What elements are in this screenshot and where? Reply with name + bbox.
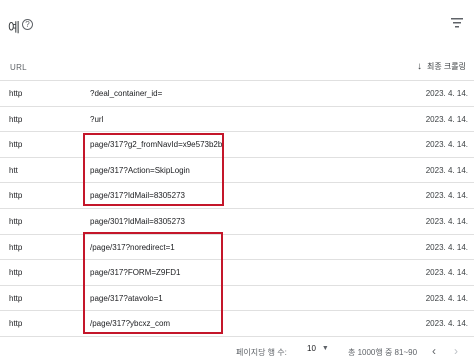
column-header-last-crawled-label: 최종 크롤링 bbox=[426, 62, 466, 71]
filter-icon[interactable] bbox=[450, 16, 464, 30]
url-prefix: http bbox=[9, 319, 23, 329]
table-header: URL ↓ 최종 크롤링 bbox=[0, 56, 474, 80]
url-path: ?url bbox=[90, 114, 104, 124]
url-prefix: http bbox=[9, 242, 23, 252]
last-crawled-date: 2023. 4. 14. bbox=[425, 165, 468, 175]
url-path: ?deal_container_id= bbox=[90, 89, 163, 98]
url-prefix: http bbox=[9, 293, 23, 303]
arrow-down-icon: ↓ bbox=[416, 61, 422, 72]
pager-range-info: 총 1000행 중 81~90 bbox=[348, 348, 418, 357]
last-crawled-date: 2023. 4. 14. bbox=[425, 319, 468, 329]
last-crawled-date: 2023. 4. 14. bbox=[425, 89, 468, 98]
table-row[interactable]: http page/317?g2_fromNavId=x9e573b2b 202… bbox=[0, 131, 474, 157]
url-prefix: http bbox=[9, 114, 23, 124]
column-header-url[interactable]: URL bbox=[10, 63, 27, 72]
page-title: 예 bbox=[8, 20, 20, 35]
url-prefix: http bbox=[9, 89, 23, 98]
help-icon[interactable]: ? bbox=[22, 19, 33, 30]
highlight-box-lower bbox=[83, 232, 223, 334]
last-crawled-date: 2023. 4. 14. bbox=[425, 268, 468, 278]
last-crawled-date: 2023. 4. 14. bbox=[425, 140, 468, 150]
url-prefix: http bbox=[9, 268, 23, 278]
table-row[interactable]: http page/301?IdMail=8305273 2023. 4. 14… bbox=[0, 207, 474, 234]
table-pagination: 페이지당 행 수: 10 ▼ 총 1000행 중 81~90 ‹ › bbox=[0, 336, 474, 364]
table-row[interactable]: http /page/317?noredirect=1 2023. 4. 14. bbox=[0, 233, 474, 260]
table-row[interactable]: http ?url 2023. 4. 14. bbox=[0, 105, 474, 132]
last-crawled-date: 2023. 4. 14. bbox=[425, 293, 468, 303]
last-crawled-date: 2023. 4. 14. bbox=[425, 216, 468, 226]
table-row[interactable]: http page/317?atavolo=1 2023. 4. 14. bbox=[0, 284, 474, 311]
rows-per-page-select[interactable]: 10 ▼ bbox=[307, 344, 329, 353]
last-crawled-date: 2023. 4. 14. bbox=[425, 242, 468, 252]
rows-per-page-label: 페이지당 행 수: bbox=[236, 348, 287, 357]
url-table-body: http ?deal_container_id= 2023. 4. 14. ht… bbox=[0, 80, 474, 336]
url-prefix: http bbox=[9, 216, 23, 226]
caret-down-icon: ▼ bbox=[321, 345, 329, 352]
table-row[interactable]: http page/317?IdMail=8305273 2023. 4. 14… bbox=[0, 182, 474, 208]
url-prefix: http bbox=[9, 191, 23, 201]
last-crawled-date: 2023. 4. 14. bbox=[425, 191, 468, 201]
chevron-right-icon[interactable]: › bbox=[454, 344, 458, 358]
rows-per-page-value: 10 bbox=[307, 344, 316, 353]
url-path: page/301?IdMail=8305273 bbox=[90, 216, 185, 226]
chevron-left-icon[interactable]: ‹ bbox=[432, 344, 436, 358]
last-crawled-date: 2023. 4. 14. bbox=[425, 114, 468, 124]
table-row[interactable]: http ?deal_container_id= 2023. 4. 14. bbox=[0, 80, 474, 106]
table-row[interactable]: htt page/317?Action=SkipLogin 2023. 4. 1… bbox=[0, 156, 474, 183]
top-bar: 예 ? bbox=[0, 0, 474, 52]
url-prefix: http bbox=[9, 140, 23, 150]
table-row[interactable]: http page/317?FORM=Z9FD1 2023. 4. 14. bbox=[0, 259, 474, 285]
table-row[interactable]: http /page/317?ybcxz_com 2023. 4. 14. bbox=[0, 310, 474, 336]
url-prefix: htt bbox=[9, 165, 18, 175]
highlight-box-upper bbox=[83, 133, 224, 206]
column-header-last-crawled[interactable]: ↓ 최종 크롤링 bbox=[417, 61, 466, 72]
